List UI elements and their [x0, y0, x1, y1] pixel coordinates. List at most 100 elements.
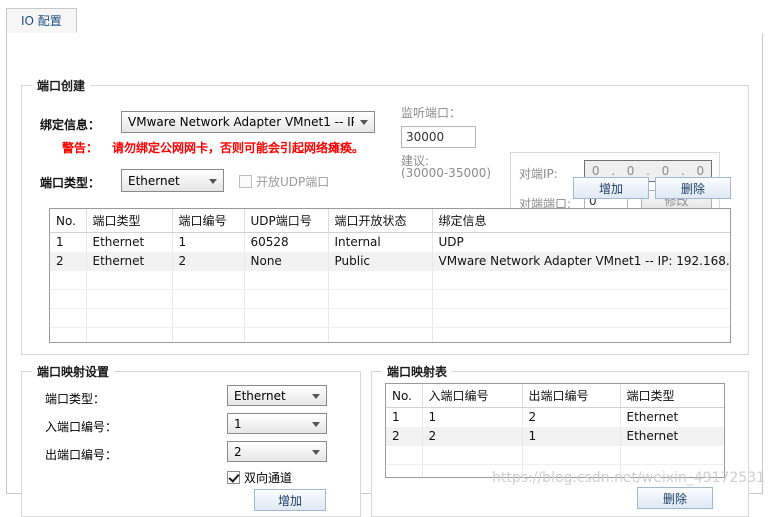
port-table-head: No. 端口类型 端口编号 UDP端口号 端口开放状态 绑定信息 [50, 209, 730, 233]
group-port-creation: 端口创建 绑定信息： VMware Network Adapter VMnet1… [21, 85, 749, 355]
port-table-body: 1 Ethernet 1 60528 Internal UDP 2 Ethern… [50, 233, 730, 344]
table-row-empty [50, 309, 730, 328]
group-mapping-table-title: 端口映射表 [382, 363, 452, 380]
delete-port-button-label: 删除 [681, 180, 705, 197]
mapping-add-button[interactable]: 增加 [254, 489, 326, 511]
port-table-header-cell: No. [50, 209, 86, 233]
mapping-table-cell: 1 [522, 427, 620, 446]
mapping-table-cell: 2 [422, 427, 522, 446]
mapping-in-port-label: 入端口编号： [45, 418, 117, 435]
suggest-range: (30000-35000) [401, 166, 491, 180]
port-table-header-row: No. 端口类型 端口编号 UDP端口号 端口开放状态 绑定信息 [50, 209, 730, 233]
chevron-down-icon [209, 179, 217, 184]
table-row-empty [50, 328, 730, 344]
mapping-table-header-cell: No. [386, 384, 422, 408]
mapping-add-button-label: 增加 [278, 492, 302, 509]
port-table-cell: 1 [50, 233, 86, 252]
group-mapping-settings-title: 端口映射设置 [32, 363, 114, 380]
udp-open-checkbox-label: 开放UDP端口 [256, 173, 329, 190]
warning-text: 请勿绑定公网网卡，否则可能会引起网络瘫痪。 [112, 139, 364, 156]
mapping-table-cell: Ethernet [620, 408, 724, 427]
group-mapping-settings: 端口映射设置 端口类型： Ethernet 入端口编号： 1 出端口编号： 2 … [21, 371, 361, 517]
port-type-combo[interactable]: Ethernet [121, 169, 224, 192]
port-table-cell: Internal [328, 233, 432, 252]
tab-strip: IO 配置 [6, 8, 763, 34]
peer-ip-dot-3: . [676, 164, 690, 178]
mapping-table-head: No. 入端口编号 出端口编号 端口类型 [386, 384, 724, 408]
peer-ip-octet-1: 0 [585, 164, 606, 178]
mapping-port-type-combo-value: Ethernet [234, 389, 286, 403]
group-mapping-table: 端口映射表 No. 入端口编号 出端口编号 端口类型 [371, 371, 749, 517]
port-table-cell: Public [328, 252, 432, 271]
port-table-header-cell: 绑定信息 [432, 209, 730, 233]
port-table-cell: 60528 [244, 233, 328, 252]
add-port-button-label: 增加 [599, 180, 623, 197]
port-table[interactable]: No. 端口类型 端口编号 UDP端口号 端口开放状态 绑定信息 1 Ether… [49, 208, 731, 343]
port-table-cell: Ethernet [86, 233, 172, 252]
mapping-table-cell: 1 [386, 408, 422, 427]
chevron-down-icon [312, 450, 320, 455]
mapping-port-type-label: 端口类型： [45, 390, 105, 407]
listen-port-label: 监听端口： [401, 104, 461, 121]
listen-port-input-value: 30000 [406, 130, 444, 144]
table-row[interactable]: 2 2 1 Ethernet [386, 427, 724, 446]
bidirectional-checkbox[interactable]: 双向通道 [227, 469, 292, 486]
checkbox-box-icon [239, 175, 252, 188]
port-table-header-cell: 端口开放状态 [328, 209, 432, 233]
peer-ip-octet-2: 0 [620, 164, 641, 178]
mapping-table-cell: 2 [386, 427, 422, 446]
mapping-table-header-cell: 端口类型 [620, 384, 724, 408]
mapping-table-cell: 1 [422, 408, 522, 427]
mapping-table-body: 1 1 2 Ethernet 2 2 1 Ethernet [386, 408, 724, 479]
port-table-header-cell: 端口类型 [86, 209, 172, 233]
mapping-out-port-combo-value: 2 [234, 445, 242, 459]
port-table-cell: None [244, 252, 328, 271]
table-row-empty [50, 271, 730, 290]
mapping-in-port-combo[interactable]: 1 [227, 413, 327, 434]
port-type-combo-value: Ethernet [128, 174, 180, 188]
mapping-table-header-cell: 入端口编号 [422, 384, 522, 408]
table-row[interactable]: 1 Ethernet 1 60528 Internal UDP [50, 233, 730, 252]
bind-info-label: 绑定信息： [40, 116, 100, 133]
table-row[interactable]: 1 1 2 Ethernet [386, 408, 724, 427]
group-port-creation-title: 端口创建 [32, 77, 90, 94]
add-port-button[interactable]: 增加 [573, 177, 649, 199]
mapping-table[interactable]: No. 入端口编号 出端口编号 端口类型 1 1 2 Ethernet [385, 383, 725, 478]
mapping-table-header-row: No. 入端口编号 出端口编号 端口类型 [386, 384, 724, 408]
peer-ip-dot-1: . [606, 164, 620, 178]
mapping-out-port-label: 出端口编号： [45, 446, 117, 463]
port-table-header-cell: 端口编号 [172, 209, 244, 233]
port-table-grid: No. 端口类型 端口编号 UDP端口号 端口开放状态 绑定信息 1 Ether… [50, 209, 730, 343]
delete-port-button[interactable]: 删除 [655, 177, 731, 199]
peer-ip-octet-4: 0 [690, 164, 711, 178]
peer-ip-dot-2: . [641, 164, 655, 178]
table-row-empty [386, 446, 724, 465]
tab-io-config-label: IO 配置 [21, 12, 62, 29]
mapping-table-grid: No. 入端口编号 出端口编号 端口类型 1 1 2 Ethernet [386, 384, 724, 478]
port-table-cell: VMware Network Adapter VMnet1 -- IP: 192… [432, 252, 730, 271]
peer-ip-label: 对端IP: [519, 165, 558, 182]
chevron-down-icon [360, 120, 368, 125]
port-table-cell: 2 [172, 252, 244, 271]
tab-io-config[interactable]: IO 配置 [6, 8, 77, 33]
port-table-cell: 1 [172, 233, 244, 252]
listen-port-input[interactable]: 30000 [401, 126, 476, 148]
bind-info-combo[interactable]: VMware Network Adapter VMnet1 -- IP: 192… [121, 111, 375, 133]
mapping-out-port-combo[interactable]: 2 [227, 441, 327, 462]
mapping-delete-button[interactable]: 删除 [637, 487, 713, 509]
chevron-down-icon [312, 422, 320, 427]
mapping-table-cell: 2 [522, 408, 620, 427]
table-row[interactable]: 2 Ethernet 2 None Public VMware Network … [50, 252, 730, 271]
warning-label: 警告： [62, 139, 98, 156]
tab-page-io-config: 端口创建 绑定信息： VMware Network Adapter VMnet1… [6, 33, 763, 494]
peer-ip-octet-3: 0 [655, 164, 676, 178]
chevron-down-icon [312, 394, 320, 399]
bidirectional-checkbox-label: 双向通道 [244, 469, 292, 486]
udp-open-checkbox[interactable]: 开放UDP端口 [239, 173, 329, 190]
port-table-header-cell: UDP端口号 [244, 209, 328, 233]
port-type-label: 端口类型： [40, 174, 100, 191]
bind-info-combo-value: VMware Network Adapter VMnet1 -- IP: 192… [128, 115, 354, 129]
table-row-empty [50, 290, 730, 309]
io-config-window: IO 配置 端口创建 绑定信息： VMware Network Adapter … [0, 0, 769, 501]
mapping-port-type-combo[interactable]: Ethernet [227, 385, 327, 406]
